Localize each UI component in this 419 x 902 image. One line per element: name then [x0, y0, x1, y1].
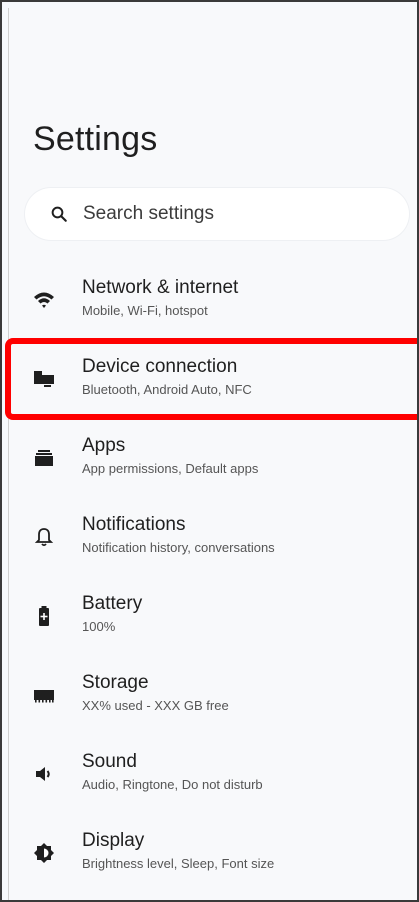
bell-icon	[32, 525, 56, 549]
settings-item-device-connection[interactable]: Device connection Bluetooth, Android Aut…	[8, 339, 417, 418]
wifi-icon	[32, 288, 56, 312]
settings-item-title: Network & internet	[82, 277, 239, 298]
settings-item-subtitle: App permissions, Default apps	[82, 461, 259, 476]
page-title: Settings	[33, 120, 158, 158]
settings-item-title: Apps	[82, 435, 126, 456]
settings-item-title: Display	[82, 830, 145, 851]
settings-item-title: Sound	[82, 751, 137, 772]
phone-frame: Settings Search settings Network & inter…	[0, 0, 419, 902]
search-placeholder: Search settings	[83, 203, 214, 224]
settings-item-subtitle: Mobile, Wi-Fi, hotspot	[82, 303, 208, 318]
settings-item-display[interactable]: Display Brightness level, Sleep, Font si…	[8, 813, 417, 892]
settings-item-subtitle: Brightness level, Sleep, Font size	[82, 856, 275, 871]
storage-icon	[32, 683, 56, 707]
settings-item-storage[interactable]: Storage XX% used - XXX GB free	[8, 655, 417, 734]
brightness-icon	[32, 841, 56, 865]
settings-item-subtitle: XX% used - XXX GB free	[82, 698, 229, 713]
settings-item-network[interactable]: Network & internet Mobile, Wi-Fi, hotspo…	[8, 260, 417, 339]
settings-list: Network & internet Mobile, Wi-Fi, hotspo…	[8, 260, 417, 892]
settings-item-title: Storage	[82, 672, 149, 693]
settings-item-title: Battery	[82, 593, 143, 614]
settings-item-subtitle: Audio, Ringtone, Do not disturb	[82, 777, 263, 792]
settings-item-title: Device connection	[82, 356, 238, 377]
settings-item-sound[interactable]: Sound Audio, Ringtone, Do not disturb	[8, 734, 417, 813]
battery-icon	[32, 604, 56, 628]
search-input[interactable]: Search settings	[25, 188, 409, 240]
settings-item-title: Notifications	[82, 514, 186, 535]
search-icon	[49, 204, 69, 224]
settings-item-subtitle: 100%	[82, 619, 116, 634]
speaker-icon	[32, 762, 56, 786]
settings-item-notifications[interactable]: Notifications Notification history, conv…	[8, 497, 417, 576]
settings-item-battery[interactable]: Battery 100%	[8, 576, 417, 655]
settings-item-subtitle: Bluetooth, Android Auto, NFC	[82, 382, 252, 397]
settings-item-subtitle: Notification history, conversations	[82, 540, 275, 555]
settings-item-apps[interactable]: Apps App permissions, Default apps	[8, 418, 417, 497]
apps-icon	[32, 446, 56, 470]
devices-icon	[32, 367, 56, 391]
